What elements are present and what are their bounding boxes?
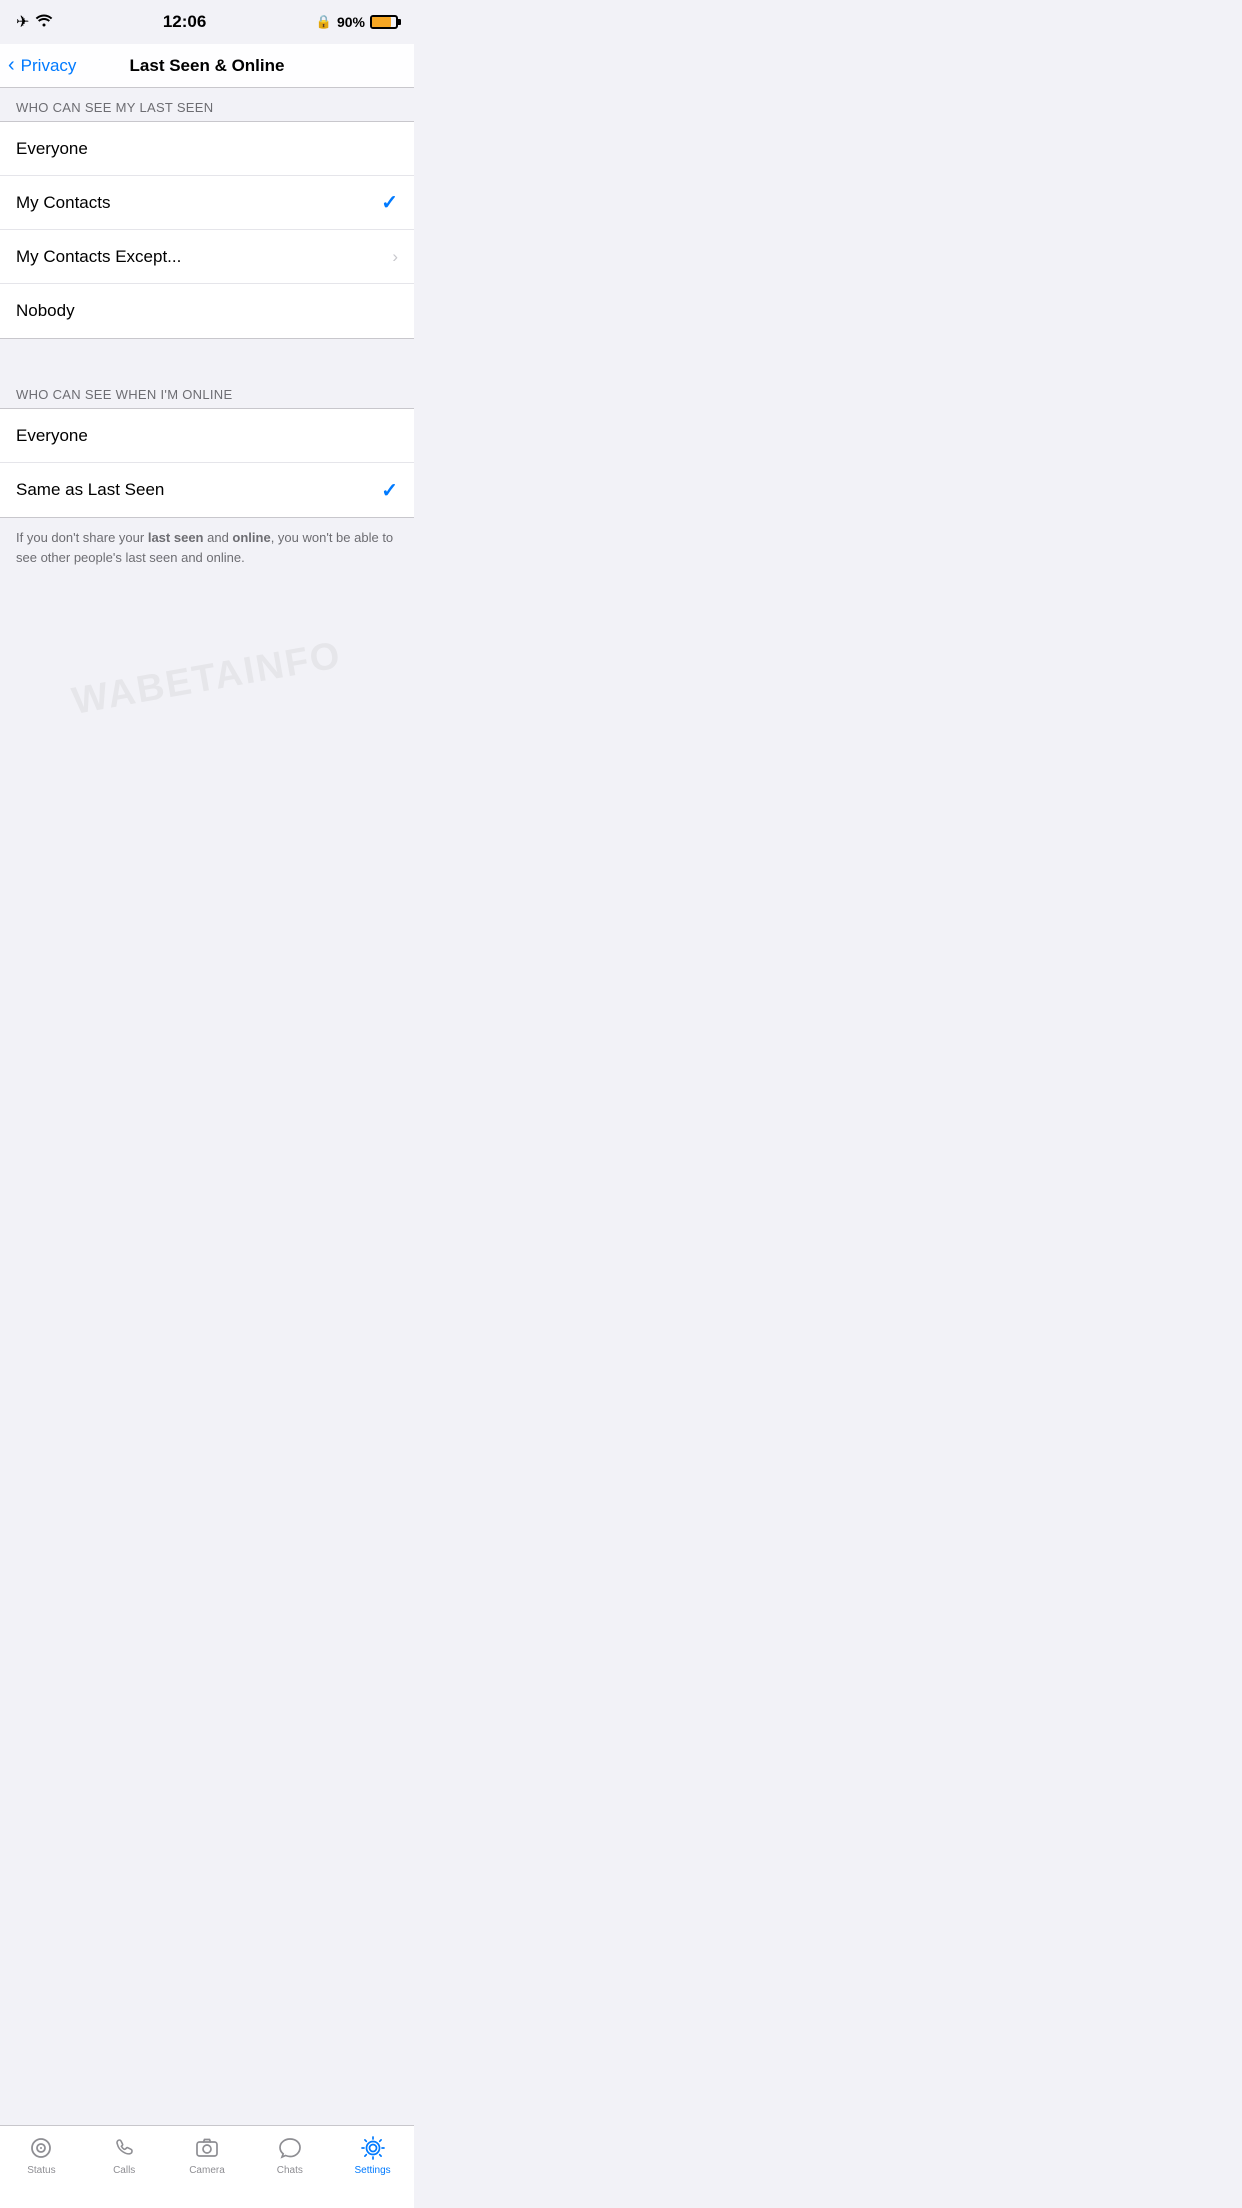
back-button[interactable]: ‹ Privacy — [8, 54, 76, 77]
battery-percent: 90% — [337, 14, 365, 30]
last-seen-options-list: Everyone My Contacts ✓ My Contacts Excep… — [0, 121, 414, 339]
online-section-header: WHO CAN SEE WHEN I'M ONLINE — [0, 375, 414, 408]
info-text-before: If you don't share your — [16, 530, 148, 545]
last-seen-nobody-label: Nobody — [16, 301, 398, 321]
last-seen-option-everyone[interactable]: Everyone — [0, 122, 414, 176]
last-seen-everyone-label: Everyone — [16, 139, 398, 159]
online-same-as-last-seen-label: Same as Last Seen — [16, 480, 381, 500]
tab-chats-label: Chats — [277, 2165, 303, 2176]
last-seen-option-my-contacts-except[interactable]: My Contacts Except... › — [0, 230, 414, 284]
info-text-middle: and — [204, 530, 233, 545]
online-everyone-label: Everyone — [16, 426, 398, 446]
tab-calls-label: Calls — [113, 2165, 135, 2176]
status-icon — [27, 2134, 55, 2162]
online-option-same-as-last-seen[interactable]: Same as Last Seen ✓ — [0, 463, 414, 517]
info-text: If you don't share your last seen and on… — [0, 518, 414, 579]
last-seen-option-nobody[interactable]: Nobody — [0, 284, 414, 338]
last-seen-my-contacts-label: My Contacts — [16, 193, 381, 213]
tab-bar: Status Calls Camera Chats — [0, 2125, 414, 2208]
content-area: WHO CAN SEE MY LAST SEEN Everyone My Con… — [0, 88, 414, 862]
tab-item-calls[interactable]: Calls — [83, 2134, 166, 2176]
chevron-right-icon: › — [392, 247, 398, 267]
online-option-everyone[interactable]: Everyone — [0, 409, 414, 463]
battery-icon — [370, 15, 398, 29]
info-text-bold-last-seen: last seen — [148, 530, 204, 545]
back-chevron-icon: ‹ — [8, 54, 15, 77]
online-same-as-last-seen-check-icon: ✓ — [381, 478, 398, 503]
tab-item-chats[interactable]: Chats — [248, 2134, 331, 2176]
camera-icon — [193, 2134, 221, 2162]
tab-settings-label: Settings — [355, 2165, 391, 2176]
tab-item-status[interactable]: Status — [0, 2134, 83, 2176]
last-seen-my-contacts-check-icon: ✓ — [381, 190, 398, 215]
nav-bar: ‹ Privacy Last Seen & Online — [0, 44, 414, 88]
lock-icon: 🔒 — [316, 14, 332, 30]
last-seen-option-my-contacts[interactable]: My Contacts ✓ — [0, 176, 414, 230]
info-text-bold-online: online — [232, 530, 270, 545]
tab-status-label: Status — [27, 2165, 55, 2176]
tab-camera-label: Camera — [189, 2165, 225, 2176]
airplane-icon: ✈ — [16, 12, 29, 32]
calls-icon — [110, 2134, 138, 2162]
settings-icon — [359, 2134, 387, 2162]
page-title: Last Seen & Online — [130, 56, 285, 76]
section-gap-1 — [0, 339, 414, 375]
watermark-content: WABETAINFO — [69, 634, 345, 724]
last-seen-my-contacts-except-label: My Contacts Except... — [16, 247, 392, 267]
status-time: 12:06 — [163, 12, 206, 32]
wifi-icon — [35, 13, 53, 31]
online-options-list: Everyone Same as Last Seen ✓ — [0, 408, 414, 518]
status-left: ✈ — [16, 12, 53, 32]
status-bar: ✈ 12:06 🔒 90% — [0, 0, 414, 44]
chats-icon — [276, 2134, 304, 2162]
status-right: 🔒 90% — [316, 14, 398, 30]
back-label: Privacy — [21, 56, 77, 76]
tab-item-camera[interactable]: Camera — [166, 2134, 249, 2176]
last-seen-section-header: WHO CAN SEE MY LAST SEEN — [0, 88, 414, 121]
watermark-area: WABETAINFO — [0, 579, 414, 779]
tab-item-settings[interactable]: Settings — [331, 2134, 414, 2176]
